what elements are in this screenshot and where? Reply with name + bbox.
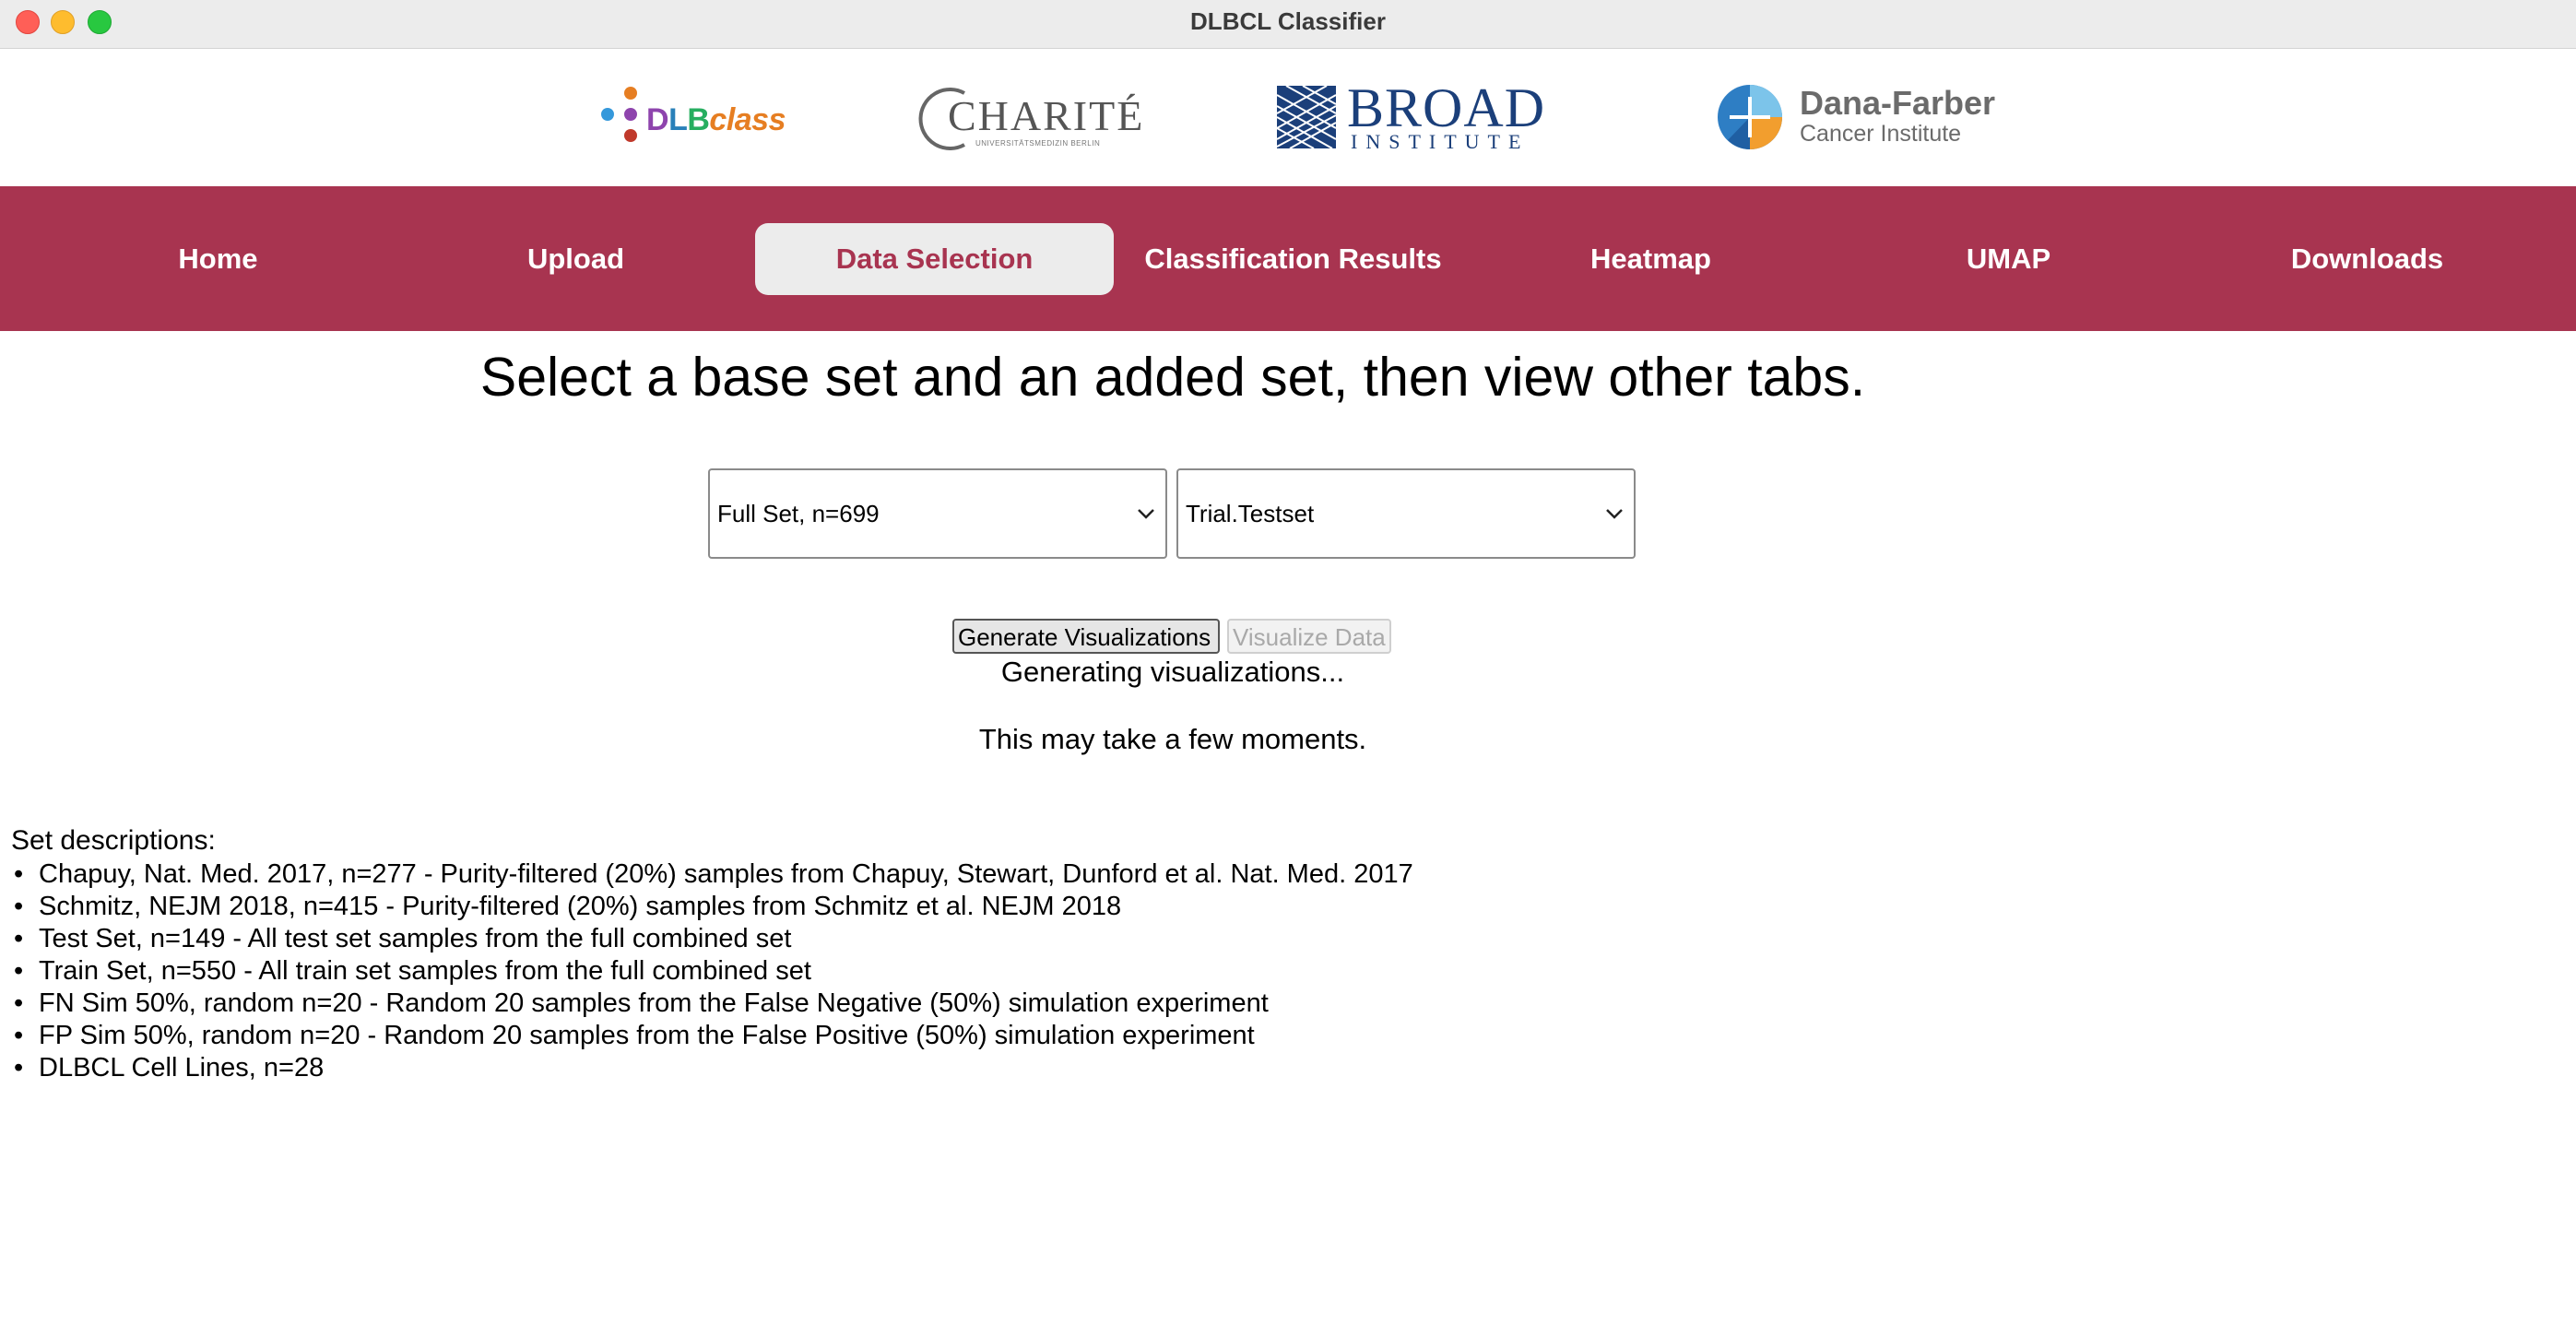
tab-umap[interactable]: UMAP — [1829, 223, 2188, 295]
broad-logo-subtitle: INSTITUTE — [1351, 130, 1530, 153]
bullet-icon: • — [14, 859, 24, 889]
dana-farber-logo-name: Dana-Farber — [1800, 84, 1996, 122]
dlbclass-logo-letter: L — [668, 102, 688, 137]
bullet-icon: • — [14, 892, 24, 921]
dlbclass-logo-letter: D — [646, 102, 669, 137]
dlbclass-logo-letter: B — [687, 102, 710, 137]
tab-upload[interactable]: Upload — [396, 223, 755, 295]
chevron-down-icon — [1606, 509, 1623, 519]
set-description-text: Schmitz, NEJM 2018, n=415 - Purity-filte… — [39, 892, 1122, 921]
bullet-icon: • — [14, 988, 24, 1018]
list-item: • Test Set, n=149 - All test set samples … — [11, 923, 1413, 955]
chevron-down-icon — [1138, 509, 1154, 519]
set-description-text: DLBCL Cell Lines, n=28 — [39, 1053, 325, 1083]
set-description-text: Chapuy, Nat. Med. 2017, n=277 - Purity-f… — [39, 859, 1413, 889]
tab-classification-results[interactable]: Classification Results — [1114, 223, 1472, 295]
tab-heatmap[interactable]: Heatmap — [1471, 223, 1830, 295]
tab-home[interactable]: Home — [39, 223, 397, 295]
dana-farber-emblem-icon — [1718, 85, 1782, 149]
bullet-icon: • — [14, 956, 24, 986]
visualize-data-button[interactable]: Visualize Data — [1227, 619, 1391, 654]
wait-notice-text: This may take a few moments. — [978, 723, 1367, 755]
charite-logo-subtitle: UNIVERSITÄTSMEDIZIN BERLIN — [975, 139, 1101, 148]
list-item: • FN Sim 50%, random n=20 - Random 20 sam… — [11, 988, 1413, 1020]
generating-status-text: Generating visualizations... — [1000, 656, 1345, 688]
charite-logo-name: CHARITÉ — [948, 92, 1145, 139]
broad-logo: BROAD INSTITUTE — [1277, 77, 1554, 156]
main-nav-bar: Home Upload Data Selection Classificatio… — [0, 186, 2576, 331]
dana-farber-logo-subtitle: Cancer Institute — [1800, 121, 1962, 147]
set-description-text: FP Sim 50%, random n=20 - Random 20 samp… — [39, 1021, 1255, 1050]
set-descriptions-list: • Chapuy, Nat. Med. 2017, n=277 - Purity-… — [11, 858, 1413, 1084]
dlbclass-logo: DLBclass — [599, 82, 830, 156]
tab-data-selection[interactable]: Data Selection — [755, 223, 1114, 295]
charite-logo: CHARITÉ UNIVERSITÄTSMEDIZIN BERLIN — [918, 80, 1142, 163]
set-description-text: FN Sim 50%, random n=20 - Random 20 samp… — [39, 988, 1269, 1018]
bullet-icon: • — [14, 924, 24, 953]
broad-mesh-icon — [1277, 86, 1337, 149]
added-set-select[interactable]: Trial.Testset — [1176, 468, 1636, 559]
generate-visualizations-button[interactable]: Generate Visualizations — [952, 619, 1220, 654]
tab-downloads[interactable]: Downloads — [2188, 223, 2546, 295]
set-descriptions-heading: Set descriptions: — [11, 825, 216, 856]
added-set-select-value: Trial.Testset — [1186, 500, 1315, 527]
list-item: • FP Sim 50%, random n=20 - Random 20 sam… — [11, 1020, 1413, 1052]
page-headline: Select a base set and an added set, then… — [479, 347, 1866, 408]
list-item: • Schmitz, NEJM 2018, n=415 - Purity-filt… — [11, 891, 1413, 923]
base-set-select[interactable]: Full Set, n=699 — [708, 468, 1167, 559]
bullet-icon: • — [14, 1021, 24, 1050]
window-title-bar: DLBCL Classifier — [0, 0, 2576, 49]
set-description-text: Test Set, n=149 - All test set samples f… — [39, 924, 792, 953]
logo-banner: DLBclass CHARITÉ UNIVERSITÄTSMEDIZIN BER… — [0, 49, 2576, 185]
set-description-text: Train Set, n=550 - All train set samples… — [39, 956, 811, 986]
list-item: • DLBCL Cell Lines, n=28 — [11, 1052, 1413, 1084]
bullet-icon: • — [14, 1053, 24, 1083]
dlbclass-logo-class: class — [709, 102, 786, 137]
base-set-select-value: Full Set, n=699 — [717, 500, 880, 527]
dlbclass-dots-icon — [601, 87, 637, 142]
list-item: • Train Set, n=550 - All train set sample… — [11, 955, 1413, 988]
dana-farber-logo: Dana-Farber Cancer Institute — [1717, 84, 2012, 158]
window-title: DLBCL Classifier — [1190, 7, 1386, 35]
list-item: • Chapuy, Nat. Med. 2017, n=277 - Purity-… — [11, 858, 1413, 891]
